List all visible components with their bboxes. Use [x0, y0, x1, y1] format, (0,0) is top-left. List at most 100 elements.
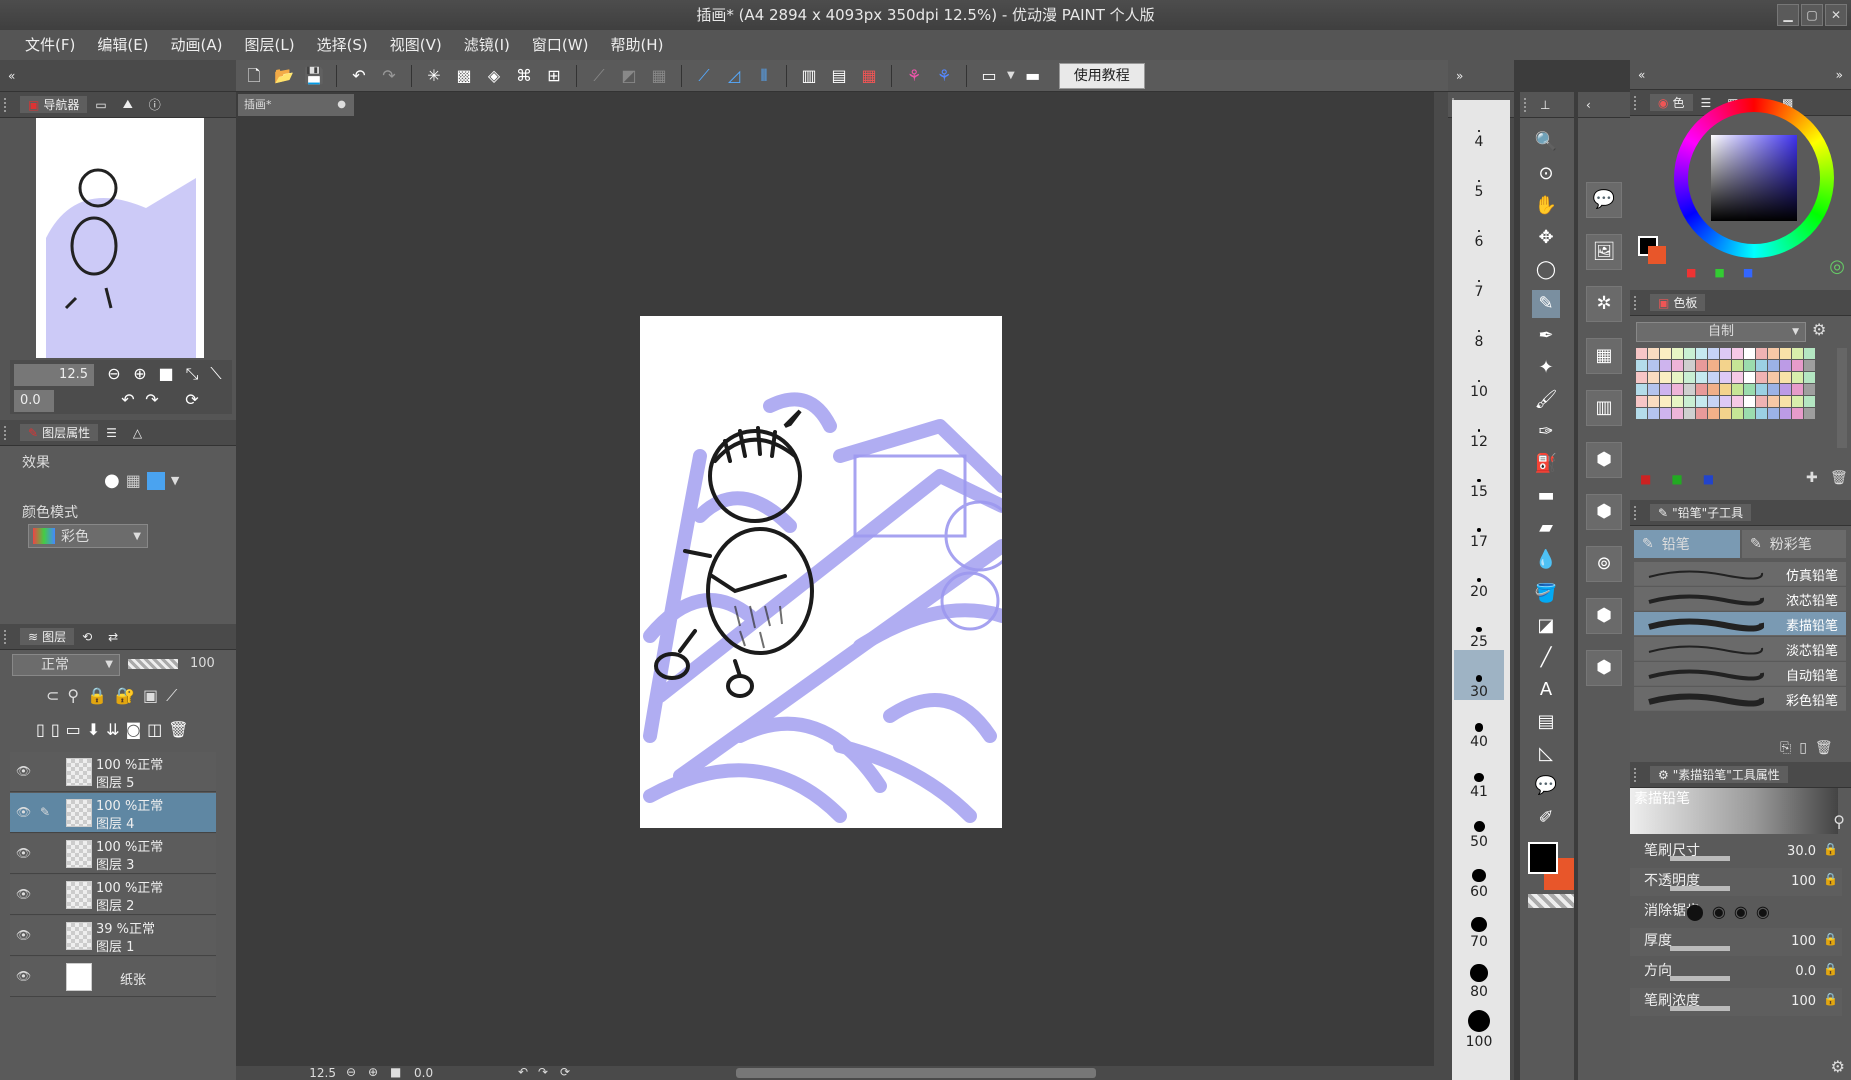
panel-grip-icon[interactable] — [4, 97, 16, 112]
layer-row[interactable]: 👁 纸张 — [10, 957, 216, 997]
clear-outside-icon[interactable]: ▩ — [452, 64, 476, 88]
move-tool-icon[interactable]: ✥ — [1532, 224, 1560, 252]
visibility-eye-icon[interactable]: 👁 — [16, 887, 31, 901]
blend-tool-icon[interactable]: 💧 — [1532, 546, 1560, 574]
correction-tool-icon[interactable]: ✐ — [1532, 804, 1560, 832]
panel-grip-icon[interactable] — [4, 425, 16, 440]
aa-weak-icon[interactable]: ◉ — [1712, 902, 1726, 921]
brush-size-item[interactable]: 7 — [1454, 250, 1504, 300]
tab-material[interactable]: ⛰ — [115, 97, 141, 112]
navigator-rotate-field[interactable]: 0.0 — [14, 390, 54, 412]
brush-size-item[interactable]: 30 — [1454, 650, 1504, 700]
menu-help[interactable]: 帮助(H) — [599, 30, 674, 60]
frame-tool-icon[interactable]: ▤ — [1532, 708, 1560, 736]
menu-file[interactable]: 文件(F) — [14, 30, 86, 60]
property-row[interactable]: 方向 0.0 🔒 — [1630, 958, 1842, 986]
visibility-eye-icon[interactable]: 👁 — [16, 764, 31, 778]
menu-filter[interactable]: 滤镜(I) — [453, 30, 521, 60]
panel-grip-icon[interactable] — [1634, 95, 1646, 110]
lock-icon[interactable]: 🔒 — [87, 686, 107, 706]
tab-document[interactable]: 插画* ● — [238, 94, 354, 116]
zoom-in-icon[interactable]: ⊕ — [128, 362, 152, 386]
fill-tool-icon[interactable]: 🪣 — [1532, 580, 1560, 608]
edit-target-icon[interactable]: ✎ — [40, 805, 50, 819]
brush-size-item[interactable]: 50 — [1454, 800, 1504, 850]
brush-size-item[interactable]: 4 — [1454, 100, 1504, 150]
collapse-left-icon[interactable]: « — [0, 69, 23, 83]
merge-down-icon[interactable]: ⬇ — [87, 720, 100, 739]
tab-search-layer[interactable]: ☰ — [98, 426, 125, 440]
saturation-value-square[interactable] — [1711, 135, 1797, 221]
brush-size-item[interactable]: 5 — [1454, 150, 1504, 200]
antialias-options[interactable]: ⬤ ◉ ◉ ◉ — [1686, 902, 1770, 921]
brush-size-item[interactable]: 60 — [1454, 850, 1504, 900]
material-box-icon[interactable]: ⬢ — [1586, 598, 1622, 634]
layer-opacity-field[interactable]: 100 — [190, 656, 215, 671]
canvas-rotate-field[interactable]: 0.0 — [414, 1066, 433, 1080]
material-box2-icon[interactable]: ⬢ — [1586, 650, 1622, 686]
tab-tool-property[interactable]: ⚙ "素描铅笔"工具属性 — [1650, 766, 1788, 783]
flip-icon[interactable]: ⤡ — [180, 362, 204, 386]
copy-subtool-icon[interactable]: ⎘ — [1780, 740, 1791, 756]
minimize-button[interactable]: ▁ — [1777, 4, 1799, 26]
fill-icon[interactable]: ◈ — [482, 64, 506, 88]
brush-size-item[interactable]: 17 — [1454, 500, 1504, 550]
property-slider[interactable] — [1670, 946, 1730, 951]
brush-size-item[interactable]: 70 — [1454, 900, 1504, 950]
menu-animation[interactable]: 动画(A) — [160, 30, 234, 60]
save-icon[interactable]: 💾 — [302, 64, 326, 88]
color-mode-toggle-icon[interactable]: ◎ — [1829, 256, 1845, 277]
delete-subtool-icon[interactable]: 🗑 — [1815, 740, 1833, 756]
opacity-slider[interactable] — [128, 659, 178, 669]
delete-layer-icon[interactable]: 🗑 — [168, 720, 188, 739]
undo-icon[interactable]: ↶ — [347, 64, 371, 88]
collapse-icon[interactable]: ‹ — [1586, 98, 1591, 112]
navigator-zoom-field[interactable]: 12.5 — [14, 364, 94, 386]
fit-view-icon[interactable]: ■ — [154, 362, 178, 386]
new-raster-layer-icon[interactable]: ▯ — [36, 720, 45, 739]
ruler-tool-icon[interactable]: ◺ — [1532, 740, 1560, 768]
tab-history[interactable]: ⇄ — [100, 630, 126, 644]
brush-size-item[interactable]: 40 — [1454, 700, 1504, 750]
property-value[interactable]: 100 — [1791, 934, 1816, 949]
decoration-icon[interactable]: ▬ — [1532, 482, 1560, 510]
menu-select[interactable]: 选择(S) — [306, 30, 379, 60]
show-grid-icon[interactable]: ▤ — [827, 64, 851, 88]
snap-special-ruler-icon[interactable]: ◿ — [722, 64, 746, 88]
layer-row[interactable]: 👁 39 %正常 图层 1 — [10, 916, 216, 956]
zoom-out-icon[interactable]: ⊖ — [102, 362, 126, 386]
menu-window[interactable]: 窗口(W) — [521, 30, 600, 60]
property-slider[interactable] — [1670, 886, 1730, 891]
visibility-eye-icon[interactable]: 👁 — [16, 805, 31, 819]
new-vector-layer-icon[interactable]: ▯ — [51, 720, 60, 739]
tab-navigator[interactable]: ▣ 导航器 — [20, 96, 88, 113]
menu-edit[interactable]: 编辑(E) — [86, 30, 159, 60]
lock-icon[interactable]: 🔒 — [1823, 872, 1838, 886]
layer-row[interactable]: 👁 100 %正常 图层 2 — [10, 875, 216, 915]
material-tone-icon[interactable]: ▦ — [1586, 338, 1622, 374]
ink-tool-icon[interactable]: ✑ — [1532, 418, 1560, 446]
visibility-eye-icon[interactable]: 👁 — [16, 928, 31, 942]
scroll-thumb[interactable] — [736, 1068, 1096, 1078]
reference-icon[interactable]: ⚲ — [67, 686, 79, 706]
tab-subtool[interactable]: ✎ "铅笔"子工具 — [1650, 504, 1752, 521]
eraser-tool-icon[interactable]: ▰ — [1532, 514, 1560, 542]
border-effect-icon[interactable]: ● — [104, 470, 120, 491]
subtool-item[interactable]: 彩色铅笔 — [1634, 687, 1846, 711]
text-tool-icon[interactable]: A — [1532, 676, 1560, 704]
aa-strong-icon[interactable]: ◉ — [1756, 902, 1770, 921]
material-frame-icon[interactable]: ▥ — [1586, 390, 1622, 426]
lock-icon[interactable]: 🔒 — [1823, 932, 1838, 946]
property-slider[interactable] — [1670, 1006, 1730, 1011]
tab-layer-tree[interactable]: △ — [125, 426, 150, 440]
lasso-tool-icon[interactable]: ◯ — [1532, 256, 1560, 284]
collapse-left-icon[interactable]: « — [1638, 68, 1645, 82]
new-subtool-icon[interactable]: ▯ — [1799, 740, 1807, 756]
merge-visible-icon[interactable]: ⇊ — [106, 720, 119, 739]
reset-rotate-icon[interactable]: ⟳ — [180, 388, 204, 412]
subtool-item[interactable]: 素描铅笔 — [1634, 612, 1846, 636]
balloon-tool-icon[interactable]: 💬 — [1532, 772, 1560, 800]
tool-settings-icon[interactable]: ⚙ — [1831, 1057, 1845, 1076]
menu-view[interactable]: 视图(V) — [379, 30, 453, 60]
property-slider[interactable] — [1670, 856, 1730, 861]
